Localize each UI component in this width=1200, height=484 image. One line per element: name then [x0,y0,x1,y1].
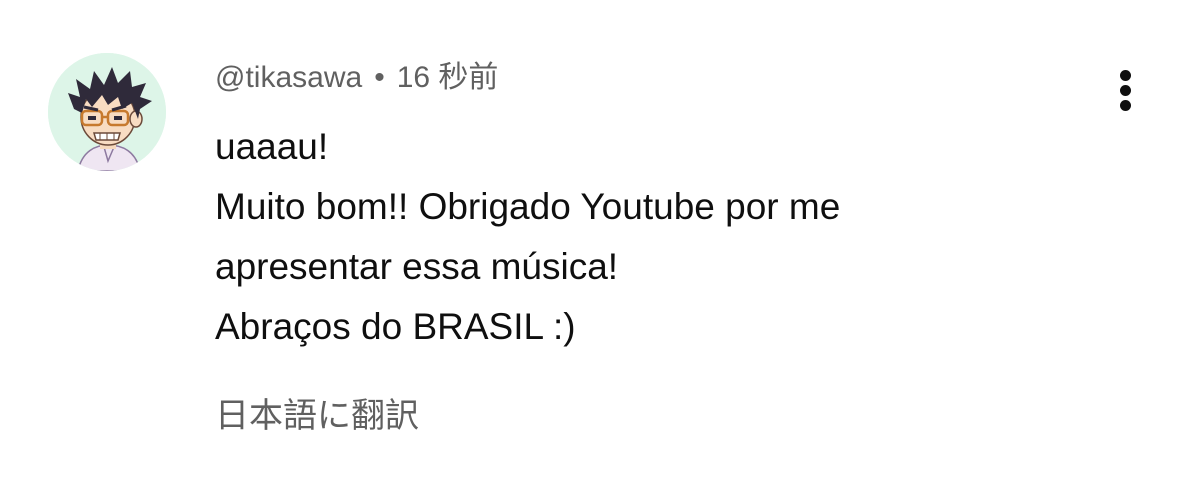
comment-line: Abraços do BRASIL :) [215,306,576,347]
avatar[interactable] [48,53,166,171]
more-vertical-icon [1120,85,1131,96]
translate-button[interactable]: 日本語に翻訳 [215,393,419,439]
more-options-button[interactable] [1100,62,1152,118]
more-vertical-icon [1120,70,1131,81]
author-name[interactable]: @tikasawa [215,61,362,94]
comment-body: uaaau! Muito bom!! Obrigado Youtube por … [215,117,1075,357]
comment-timestamp[interactable]: 16 秒前 [397,61,499,94]
avatar-illustration [48,53,166,171]
meta-separator: • [374,61,385,94]
more-vertical-icon [1120,100,1131,111]
comment-meta: @tikasawa • 16 秒前 [215,58,498,98]
comment-line: apresentar essa música! [215,246,619,287]
comment-card: @tikasawa • 16 秒前 uaaau! Muito bom!! Obrig… [0,0,1200,484]
comment-line: uaaau! [215,126,329,167]
comment-line: Muito bom!! Obrigado Youtube por me [215,186,841,227]
